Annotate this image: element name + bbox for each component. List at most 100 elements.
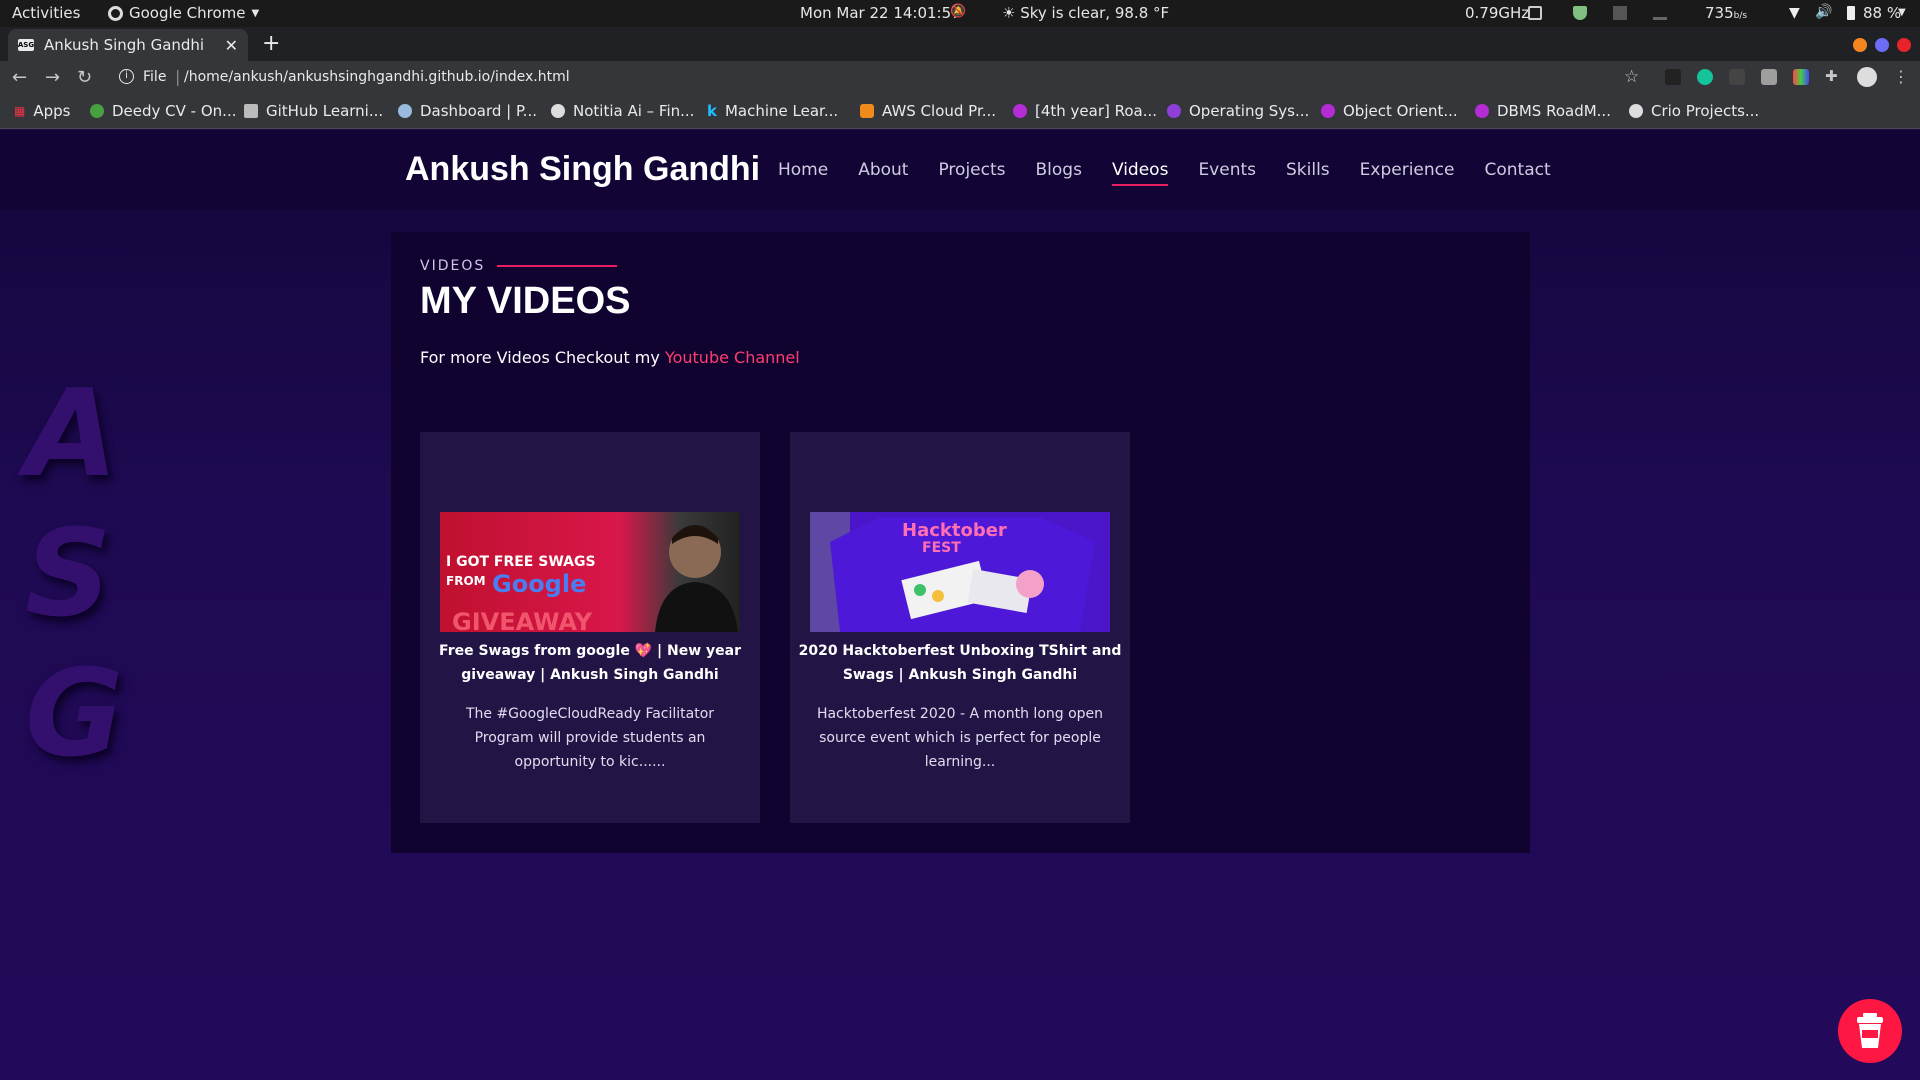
browser-tab[interactable]: ASG Ankush Singh Gandhi ✕ [8, 29, 248, 61]
reload-icon[interactable]: ↻ [77, 67, 92, 88]
bookmark-github-learning[interactable]: GitHub Learni... [244, 102, 383, 120]
net-speed-value: 735 [1705, 4, 1734, 22]
menu-kebab-icon[interactable]: ⋮ [1893, 67, 1909, 86]
minimize-window-button[interactable] [1853, 38, 1867, 52]
weather-indicator[interactable]: ☀ Sky is clear, 98.8 °F [1002, 4, 1169, 22]
page-icon [244, 104, 258, 118]
bookmarks-bar: ▦ Apps Deedy CV - On... GitHub Learni... … [0, 95, 1920, 129]
nav-about[interactable]: About [858, 160, 908, 180]
youtube-channel-link[interactable]: Youtube Channel [665, 348, 800, 367]
tab-title: Ankush Singh Gandhi [44, 36, 205, 54]
close-icon[interactable]: ✕ [225, 36, 238, 55]
net-speed-unit: b/s [1733, 11, 1748, 21]
app-menu[interactable]: Google Chrome ▼ [108, 4, 259, 22]
bookmark-notitia[interactable]: Notitia Ai – Fin... [551, 102, 694, 120]
video-thumbnail[interactable]: Hacktober FEST [810, 512, 1110, 632]
nav-home[interactable]: Home [778, 160, 828, 180]
bookmark-label: AWS Cloud Pr... [882, 102, 997, 120]
medium-m-icon [1475, 104, 1489, 118]
sun-icon: ☀ [1002, 4, 1016, 22]
video-title[interactable]: 2020 Hacktoberfest Unboxing TShirt and S… [790, 639, 1130, 687]
bookmark-deedy-cv[interactable]: Deedy CV - On... [90, 102, 236, 120]
buy-me-a-coffee-button[interactable] [1838, 999, 1902, 1063]
nav-projects[interactable]: Projects [938, 160, 1005, 180]
extension-notes-icon[interactable] [1761, 69, 1777, 85]
section-intro: For more Videos Checkout my Youtube Chan… [420, 348, 800, 367]
maximize-window-button[interactable] [1875, 38, 1889, 52]
nav-blogs[interactable]: Blogs [1036, 160, 1082, 180]
thumb-line-3: GIVEAWAY [452, 608, 593, 632]
bookmark-4th-year[interactable]: [4th year] Roa... [1013, 102, 1157, 120]
app-menu-label: Google Chrome [129, 4, 246, 22]
nav-experience[interactable]: Experience [1360, 160, 1455, 180]
bookmark-machine-learning[interactable]: k Machine Lear... [707, 102, 838, 120]
bookmark-label: DBMS RoadM... [1497, 102, 1611, 120]
bookmark-label: Dashboard | P... [420, 102, 537, 120]
bookmark-label: Object Orient... [1343, 102, 1458, 120]
activities-button[interactable]: Activities [12, 4, 80, 22]
battery-icon[interactable] [1847, 6, 1855, 20]
tab-strip: ASG Ankush Singh Gandhi ✕ + [0, 27, 1920, 61]
clock[interactable]: Mon Mar 22 14:01:57 [800, 4, 961, 22]
web-page: Ankush Singh Gandhi Home About Projects … [0, 130, 1920, 1080]
medium-m-icon [1013, 104, 1027, 118]
grammarly-icon[interactable] [1697, 69, 1713, 85]
nav-skills[interactable]: Skills [1286, 160, 1330, 180]
video-card[interactable]: I GOT FREE SWAGS FROM Google GIVEAWAY Fr… [420, 432, 760, 823]
bookmark-label: GitHub Learni... [266, 102, 384, 120]
bookmark-label: Operating Sys... [1189, 102, 1310, 120]
bookmark-label: Crio Projects... [1651, 102, 1760, 120]
medium-m-icon [1321, 104, 1335, 118]
cpu-chip-icon [1528, 6, 1542, 20]
bookmark-apps[interactable]: ▦ Apps [14, 102, 70, 120]
notitia-icon [551, 104, 565, 118]
main-nav: Home About Projects Blogs Videos Events … [778, 160, 1581, 186]
extension-capture-icon[interactable] [1729, 69, 1745, 85]
side-letter-s: S [25, 505, 112, 644]
colorpick-icon[interactable] [1793, 69, 1809, 85]
new-tab-plus-icon[interactable]: + [262, 31, 280, 56]
extensions-puzzle-icon[interactable]: ✚ [1825, 67, 1838, 85]
thumb-google-word: Google [492, 570, 587, 598]
video-thumbnail[interactable]: I GOT FREE SWAGS FROM Google GIVEAWAY [440, 512, 740, 632]
bookmark-label: Deedy CV - On... [112, 102, 237, 120]
address-url[interactable]: /home/ankush/ankushsinghgandhi.github.io… [184, 69, 570, 85]
weather-text: Sky is clear, 98.8 °F [1020, 4, 1170, 22]
thumb-line-2: FEST [922, 540, 961, 556]
bookmark-object-oriented[interactable]: Object Orient... [1321, 102, 1458, 120]
clipboard-icon[interactable] [1613, 6, 1627, 20]
volume-icon[interactable]: 🔊 [1815, 4, 1832, 20]
apps-grid-icon: ▦ [14, 104, 26, 118]
nav-events[interactable]: Events [1198, 160, 1256, 180]
chevron-down-icon[interactable]: ▼ [1898, 7, 1906, 18]
kicker-underline [497, 265, 618, 267]
address-scheme[interactable]: File [143, 69, 166, 85]
thumb-line-1: I GOT FREE SWAGS [446, 554, 596, 570]
bookmark-label: [4th year] Roa... [1035, 102, 1158, 120]
nav-contact[interactable]: Contact [1484, 160, 1550, 180]
wifi-icon[interactable]: ▼ [1789, 5, 1803, 21]
video-description: Hacktoberfest 2020 - A month long open s… [816, 706, 1104, 770]
shield-icon[interactable] [1573, 6, 1587, 20]
video-title[interactable]: Free Swags from google 💖 | New year give… [420, 639, 760, 687]
site-brand[interactable]: Ankush Singh Gandhi [405, 150, 760, 189]
battery-percentage[interactable]: 88 % [1863, 4, 1901, 22]
nav-videos[interactable]: Videos [1111, 160, 1168, 186]
bookmark-operating-sys[interactable]: Operating Sys... [1167, 102, 1309, 120]
close-window-button[interactable] [1897, 38, 1911, 52]
site-info-icon[interactable]: i [119, 69, 134, 84]
drive-icon[interactable] [1653, 6, 1667, 20]
side-letter-g: G [25, 645, 124, 784]
section-title: MY VIDEOS [420, 280, 631, 322]
video-card[interactable]: Hacktober FEST 2020 Hacktoberfest Unboxi… [790, 432, 1130, 823]
bookmark-dashboard[interactable]: Dashboard | P... [398, 102, 537, 120]
extension-dark-icon[interactable] [1665, 69, 1681, 85]
bookmark-aws-cloud[interactable]: AWS Cloud Pr... [860, 102, 996, 120]
profile-avatar-icon[interactable] [1857, 67, 1877, 87]
crio-icon [1629, 104, 1643, 118]
forward-arrow-icon[interactable]: → [45, 67, 60, 88]
bookmark-crio-projects[interactable]: Crio Projects... [1629, 102, 1759, 120]
back-arrow-icon[interactable]: ← [12, 67, 27, 88]
bookmark-star-icon[interactable]: ☆ [1624, 67, 1639, 87]
bookmark-dbms-roadmap[interactable]: DBMS RoadM... [1475, 102, 1611, 120]
